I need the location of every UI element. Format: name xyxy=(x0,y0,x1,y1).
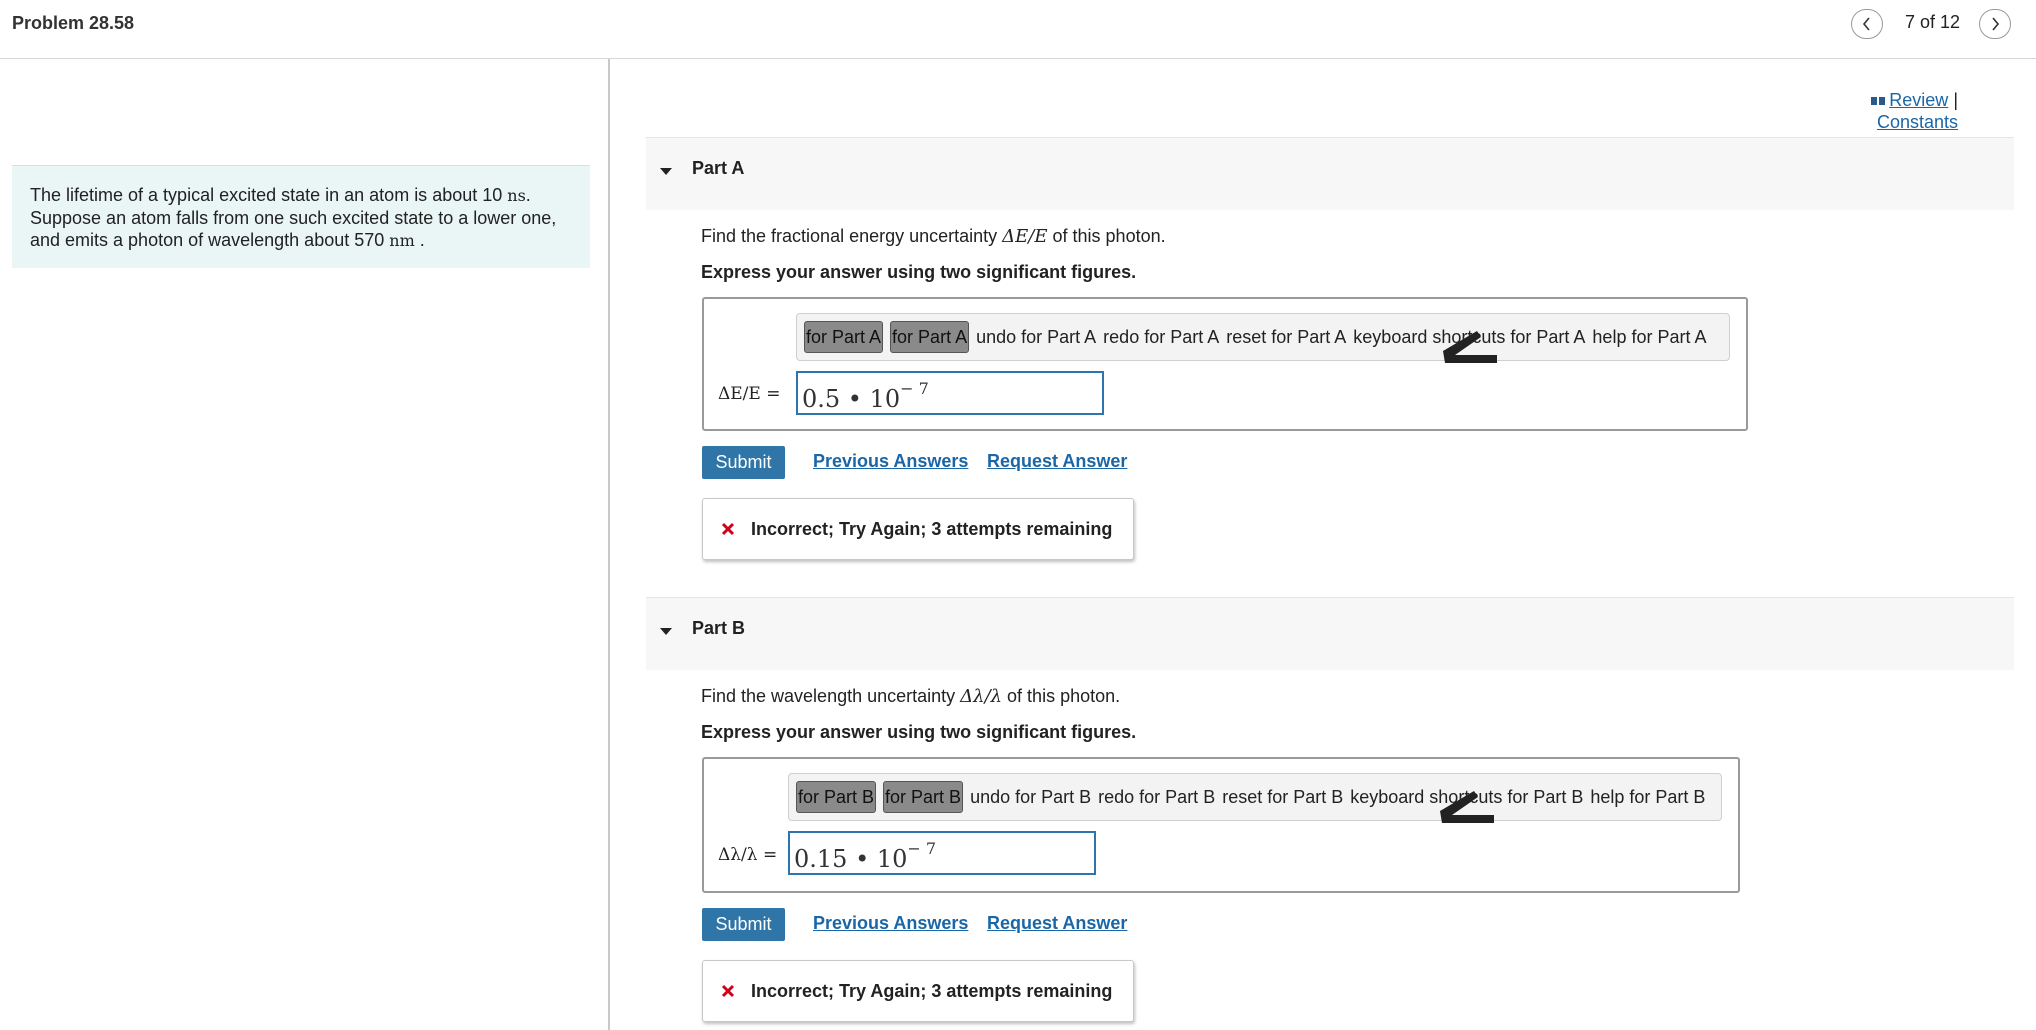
caret-down-icon[interactable] xyxy=(660,628,672,635)
links-separator: | xyxy=(1953,90,1958,110)
part-a-template-button-2[interactable]: for Part A xyxy=(890,321,970,353)
part-a-reset-button[interactable]: reset for Part A xyxy=(1226,327,1346,348)
part-b-help-button[interactable]: help for Part B xyxy=(1590,787,1705,808)
part-b-answer-mantissa: 0.15 • 10 xyxy=(794,845,908,873)
part-a-help-button[interactable]: help for Part A xyxy=(1592,327,1706,348)
part-b-previous-answers-link[interactable]: Previous Answers xyxy=(813,913,968,934)
part-b-question-math: Δλ/λ xyxy=(960,686,1003,707)
intro-unit-ns: ns xyxy=(507,186,526,205)
intro-text-3: . xyxy=(414,230,425,250)
part-a-instruction: Express your answer using two significan… xyxy=(701,262,1137,282)
problem-counter: 7 of 12 xyxy=(1905,12,1961,32)
chevron-right-icon xyxy=(1992,17,2000,31)
resource-links: Review | Constants xyxy=(1871,89,1958,133)
part-b-header[interactable]: Part B xyxy=(646,597,2014,670)
part-a-feedback: Incorrect; Try Again; 3 attempts remaini… xyxy=(702,498,1134,560)
top-bar: Problem 28.58 7 of 12 xyxy=(0,0,2036,59)
part-b-feedback: Incorrect; Try Again; 3 attempts remaini… xyxy=(702,960,1134,1022)
part-a-header[interactable]: Part A xyxy=(646,137,2014,210)
part-a-equation-label: ΔE/E = xyxy=(718,384,781,404)
part-a-question-text: Find the fractional energy uncertainty xyxy=(701,226,1003,246)
part-b-reset-button[interactable]: reset for Part B xyxy=(1222,787,1343,808)
constants-link[interactable]: Constants xyxy=(1877,112,1958,132)
pane-divider[interactable] xyxy=(608,59,610,1030)
part-b-submit-button[interactable]: Submit xyxy=(702,908,785,941)
part-a-feedback-text: Incorrect; Try Again; 3 attempts remaini… xyxy=(751,518,1113,539)
part-b-instruction: Express your answer using two significan… xyxy=(701,722,1137,742)
part-a-answer-mantissa: 0.5 • 10 xyxy=(802,385,901,413)
problem-intro: The lifetime of a typical excited state … xyxy=(12,165,590,268)
part-b-redo-button[interactable]: redo for Part B xyxy=(1098,787,1215,808)
part-b-question: Find the wavelength uncertainty Δλ/λ of … xyxy=(701,686,1120,707)
previous-problem-button[interactable] xyxy=(1851,9,1883,39)
part-b-question-suffix: of this photon. xyxy=(1002,686,1121,706)
part-b-toolbar: for Part B for Part B undo for Part B re… xyxy=(788,773,1722,823)
part-a-undo-button[interactable]: undo for Part A xyxy=(976,327,1096,348)
book-icon xyxy=(1871,97,1886,106)
part-b-answer-input[interactable]: 0.15 • 10− 7 xyxy=(788,831,1096,875)
x-icon xyxy=(721,522,735,536)
part-a-previous-answers-link[interactable]: Previous Answers xyxy=(813,451,968,472)
part-b-feedback-text: Incorrect; Try Again; 3 attempts remaini… xyxy=(751,980,1113,1001)
part-b-template-button-1[interactable]: for Part B xyxy=(796,781,877,813)
part-b-keyboard-button[interactable]: keyboard shortcuts for Part B xyxy=(1350,786,1584,823)
part-b-keyboard-label: keyboard shortcuts for Part B xyxy=(1350,786,1584,807)
part-b-template-button-2[interactable]: for Part B xyxy=(883,781,964,813)
part-b-request-answer-link[interactable]: Request Answer xyxy=(987,913,1127,934)
part-a-question: Find the fractional energy uncertainty Δ… xyxy=(701,226,1166,247)
part-a-toolbar: for Part A for Part A undo for Part A re… xyxy=(796,313,1730,363)
part-b-label: Part B xyxy=(692,618,746,638)
part-b-equation-label: Δλ/λ = xyxy=(718,845,778,865)
intro-unit-nm: nm xyxy=(389,231,415,250)
part-a-keyboard-button[interactable]: keyboard shortcuts for Part A xyxy=(1353,326,1586,363)
page-title: Problem 28.58 xyxy=(12,13,135,33)
part-a-label: Part A xyxy=(692,158,745,178)
part-b-undo-button[interactable]: undo for Part B xyxy=(970,787,1091,808)
part-b-answer-box: for Part B for Part B undo for Part B re… xyxy=(702,757,1740,893)
caret-down-icon[interactable] xyxy=(660,168,672,175)
part-a-answer-box: for Part A for Part A undo for Part A re… xyxy=(702,297,1748,431)
part-a-question-math: ΔE/E xyxy=(1002,226,1048,247)
part-a-submit-button[interactable]: Submit xyxy=(702,446,785,479)
x-icon xyxy=(721,984,735,998)
part-b-answer-exponent: − 7 xyxy=(907,839,937,858)
part-a-request-answer-link[interactable]: Request Answer xyxy=(987,451,1127,472)
part-a-question-suffix: of this photon. xyxy=(1047,226,1166,246)
part-a-answer-input[interactable]: 0.5 • 10− 7 xyxy=(796,371,1104,415)
part-a-keyboard-label: keyboard shortcuts for Part A xyxy=(1353,326,1586,347)
part-a-template-button-1[interactable]: for Part A xyxy=(804,321,884,353)
part-b-question-text: Find the wavelength uncertainty xyxy=(701,686,961,706)
review-link[interactable]: Review xyxy=(1889,90,1948,110)
part-a-redo-button[interactable]: redo for Part A xyxy=(1103,327,1219,348)
intro-text-1: The lifetime of a typical excited state … xyxy=(30,185,508,205)
next-problem-button[interactable] xyxy=(1979,9,2011,39)
part-a-answer-exponent: − 7 xyxy=(900,379,929,398)
chevron-left-icon xyxy=(1862,17,1870,31)
